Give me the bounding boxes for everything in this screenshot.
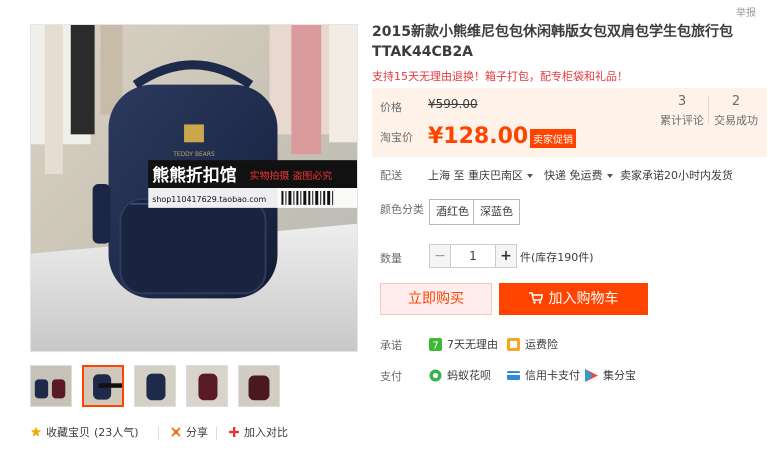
guarantee-shipping-insurance[interactable]: 运费险 [507, 336, 558, 352]
delivery-promise: 卖家承诺20小时内发货 [620, 169, 733, 182]
compare-label: 加入对比 [244, 426, 288, 439]
divider [158, 426, 159, 440]
promo-price: ¥128.00 [428, 124, 529, 149]
thumbnail-5[interactable] [238, 365, 280, 407]
main-product-image: TEDDY BEARS 熊熊折扣馆 实物拍摄 盗图必究 shop11041762… [30, 24, 358, 352]
add-to-cart-button[interactable]: 加入购物车 [499, 283, 648, 315]
sales-count-label: 交易成功 [714, 114, 758, 127]
quantity-input[interactable]: 1 [451, 244, 495, 268]
thumbnail-4[interactable] [186, 365, 228, 407]
popularity-count: (23人气) [94, 426, 139, 439]
payment-credit-card-label: 信用卡支付 [525, 369, 580, 382]
payment-credit-card[interactable]: 信用卡支付 [507, 367, 580, 383]
product-info: 2015新款小熊维尼包包休闲韩版女包双肩包学生包旅行包TTAK44CB2A 支持… [372, 22, 767, 84]
thumbnail-1[interactable] [30, 365, 72, 407]
original-price: ¥599.00 [428, 97, 478, 111]
shipping-method-select[interactable]: 快递 免运费 [544, 167, 613, 183]
product-title: 2015新款小熊维尼包包休闲韩版女包双肩包学生包旅行包TTAK44CB2A [372, 24, 733, 60]
promo-price-label: 淘宝价 [380, 131, 413, 144]
cart-icon [528, 292, 543, 304]
quantity-increase-button[interactable]: + [495, 244, 517, 268]
divider [216, 426, 217, 440]
quantity-label: 数量 [380, 252, 402, 265]
sales-count[interactable]: 2 交易成功 [704, 94, 768, 128]
report-link[interactable]: 举报 [736, 4, 756, 19]
guarantees-label: 承诺 [380, 339, 402, 352]
ship-to-label: 重庆巴南区 [468, 169, 523, 182]
promo-badge: 卖家促销 [530, 129, 576, 148]
favorite-button[interactable]: 收藏宝贝 (23人气) [30, 424, 139, 440]
quantity-label-row: 数量 [380, 250, 402, 266]
sku-option-navy[interactable]: 深蓝色 [473, 199, 520, 225]
svg-text:7: 7 [432, 340, 438, 351]
guarantee-7day[interactable]: 7 7天无理由 [429, 336, 498, 352]
payment-jifenbao[interactable]: 集分宝 [585, 367, 636, 383]
guarantees-label-row: 承诺 [380, 337, 402, 353]
insurance-icon [507, 337, 520, 351]
share-button[interactable]: 分享 [170, 424, 208, 440]
payment-huabei-label: 蚂蚁花呗 [447, 369, 491, 382]
watermark-tag: 实物拍摄 盗图必究 [250, 169, 333, 182]
star-icon [30, 426, 42, 437]
thumbnail-2-active[interactable] [82, 365, 124, 407]
delivery-row: 配送 上海 至 重庆巴南区 快递 免运费 卖家承诺20小时内发货 [380, 167, 760, 183]
seven-day-icon: 7 [429, 337, 442, 351]
ship-to-select[interactable]: 重庆巴南区 [468, 167, 533, 183]
shipping-method-label: 快递 免运费 [544, 169, 603, 182]
jifenbao-icon [585, 368, 598, 382]
quantity-stepper: − 1 + [429, 244, 517, 268]
payment-jifenbao-label: 集分宝 [603, 369, 636, 382]
shop-tools: 收藏宝贝 (23人气) 分享 加入对比 [30, 424, 370, 442]
sku-label: 颜色分类 [380, 203, 424, 216]
stock-info: 件(库存190件) [520, 251, 594, 264]
chevron-down-icon [606, 174, 613, 178]
watermark-main: 熊熊折扣馆 [152, 165, 237, 185]
huabei-icon [429, 369, 442, 381]
watermark-url: shop110417629.taobao.com [152, 195, 266, 204]
price-panel: 价格 ¥599.00 淘宝价 ¥128.00 卖家促销 3 累计评论 2 交易成… [372, 88, 767, 157]
buy-now-button[interactable]: 立即购买 [380, 283, 492, 315]
compare-button[interactable]: 加入对比 [228, 424, 288, 440]
bag-logo: TEDDY BEARS [172, 151, 215, 158]
share-icon [171, 427, 181, 437]
payment-label-row: 支付 [380, 368, 402, 384]
credit-card-icon [507, 370, 520, 380]
sku-option-wine-red[interactable]: 酒红色 [429, 199, 476, 225]
share-label: 分享 [186, 426, 208, 439]
sku-label-row: 颜色分类 [380, 201, 424, 217]
thumbnail-3[interactable] [134, 365, 176, 407]
product-photo: TEDDY BEARS 熊熊折扣馆 实物拍摄 盗图必究 shop11041762… [31, 25, 357, 351]
favorite-label: 收藏宝贝 [46, 426, 90, 439]
sales-count-value: 2 [731, 94, 741, 109]
guarantee-insurance-label: 运费险 [525, 338, 558, 351]
product-subtitle: 支持15天无理由退换！箱子打包，配专柜袋和礼品！ [372, 70, 628, 83]
guarantee-7day-label: 7天无理由 [447, 338, 498, 351]
payment-huabei[interactable]: 蚂蚁花呗 [429, 367, 491, 383]
add-to-cart-label: 加入购物车 [548, 291, 619, 307]
payment-label: 支付 [380, 370, 402, 383]
quantity-decrease-button[interactable]: − [429, 244, 451, 268]
price-label: 价格 [380, 101, 402, 114]
thumbnail-strip [30, 365, 360, 409]
plus-icon [229, 427, 239, 437]
ship-from: 上海 至 [428, 169, 465, 182]
chevron-down-icon [527, 174, 533, 178]
delivery-label: 配送 [380, 169, 402, 182]
